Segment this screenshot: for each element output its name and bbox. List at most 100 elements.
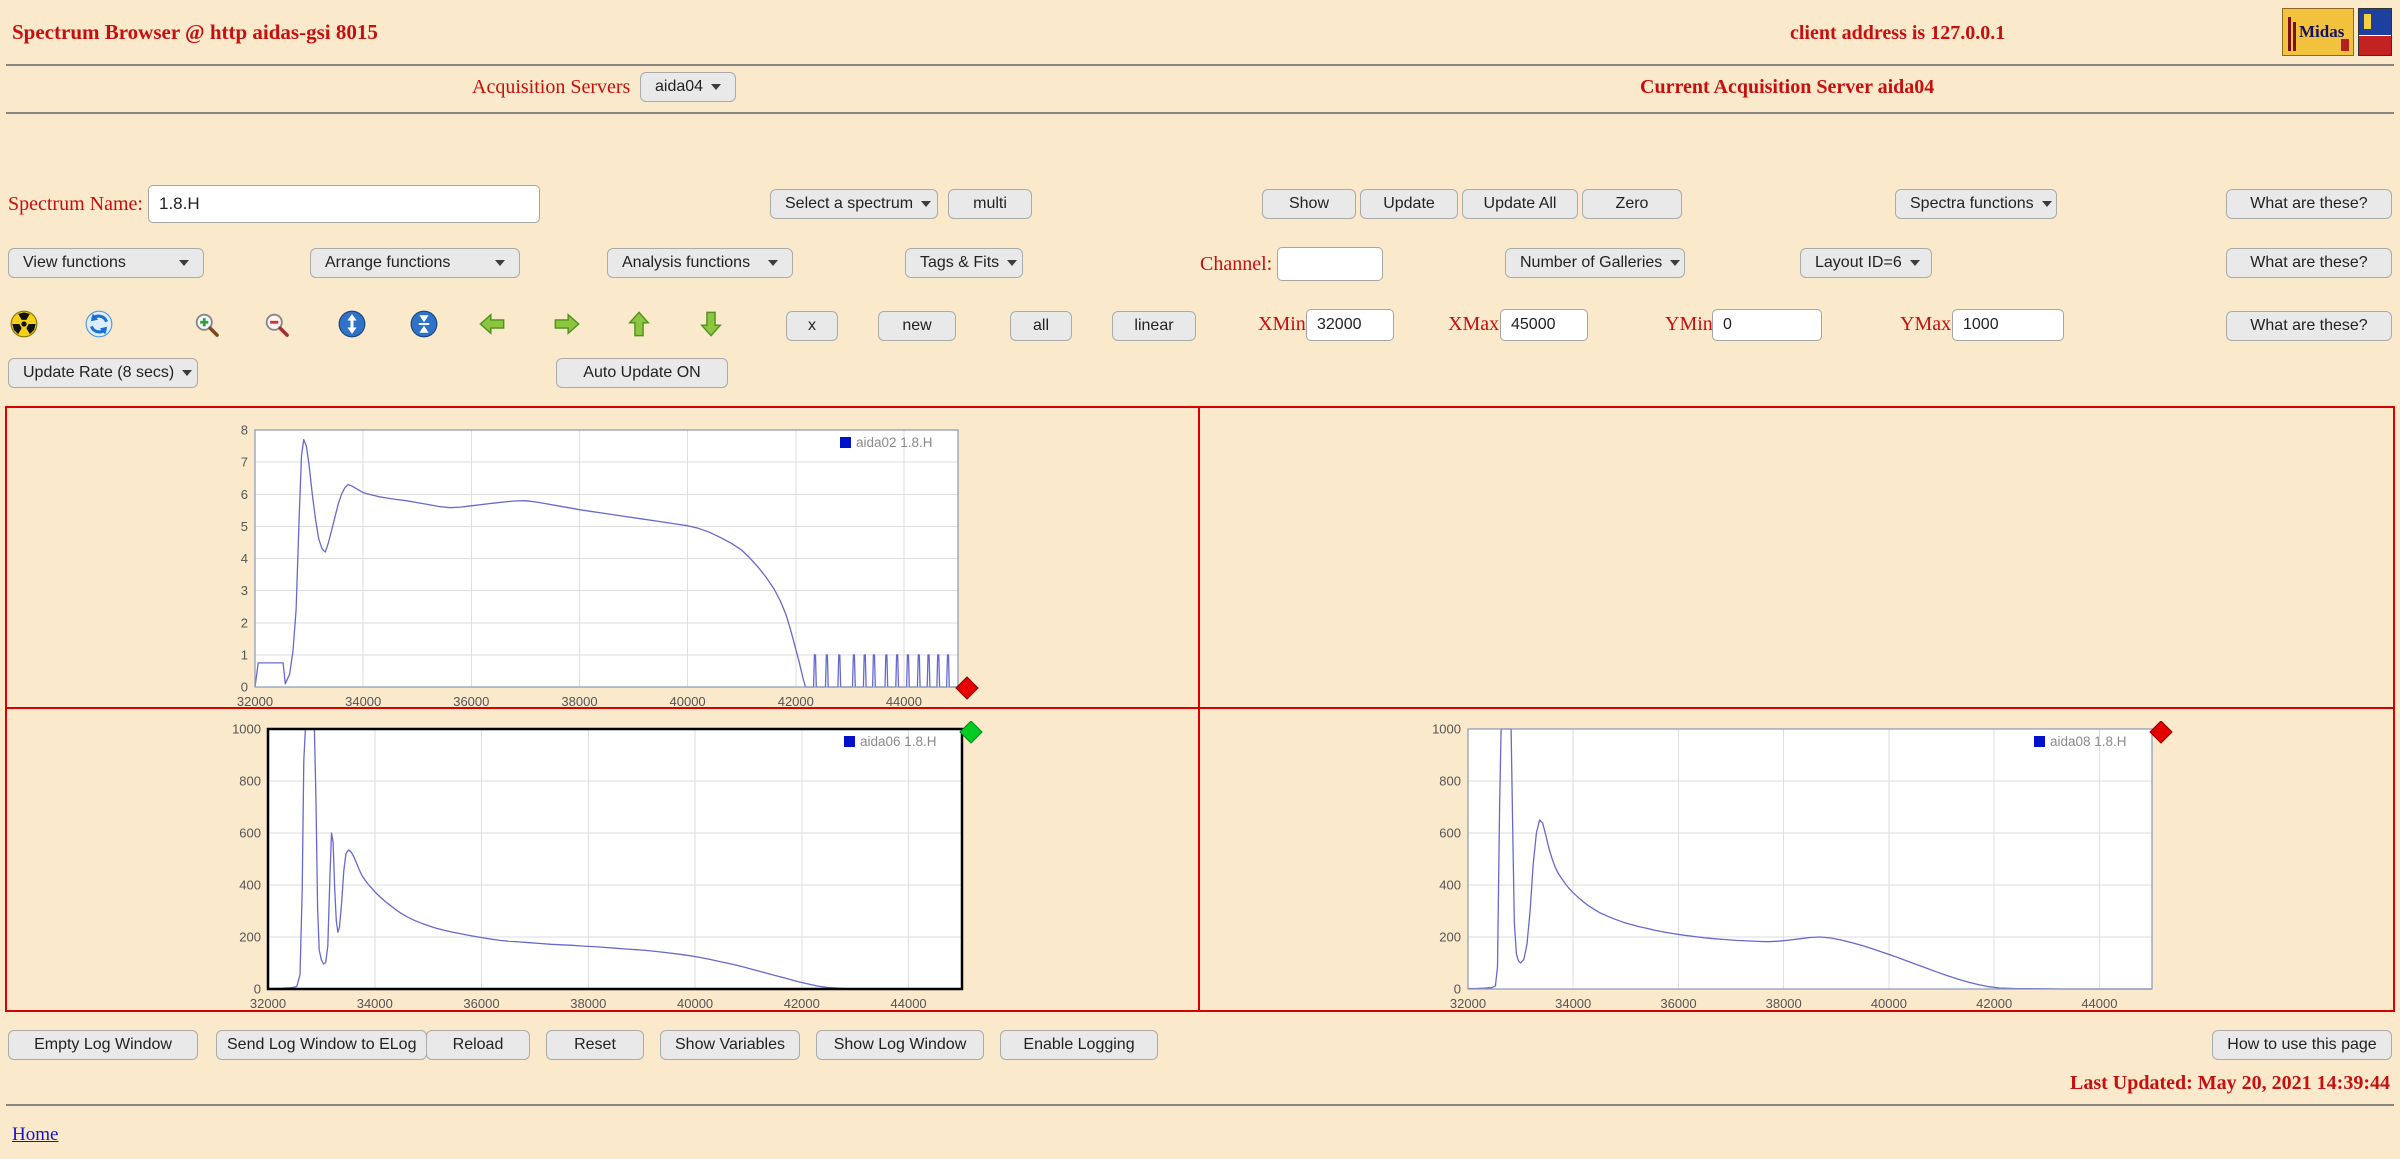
- svg-text:aida08 1.8.H: aida08 1.8.H: [2050, 734, 2127, 749]
- select-spectrum-dropdown[interactable]: Select a spectrum: [770, 189, 938, 219]
- spectrum-name-input[interactable]: [148, 185, 540, 223]
- empty-log-window-button[interactable]: Empty Log Window: [8, 1030, 198, 1060]
- auto-update-button[interactable]: Auto Update ON: [556, 358, 728, 388]
- svg-text:36000: 36000: [463, 996, 499, 1011]
- number-of-galleries-value: Number of Galleries: [1520, 254, 1662, 272]
- number-of-galleries-dropdown[interactable]: Number of Galleries: [1505, 248, 1685, 278]
- toolbar-row: x new all linear XMin XMax YMin YMax Wha…: [0, 306, 2400, 346]
- acquisition-server-value: aida04: [655, 78, 703, 96]
- compress-vertical-icon[interactable]: [410, 310, 438, 338]
- layout-id-value: Layout ID=6: [1815, 254, 1902, 272]
- xmin-label: XMin: [1258, 313, 1306, 336]
- update-rate-value: Update Rate (8 secs): [23, 364, 174, 382]
- svg-text:42000: 42000: [778, 694, 814, 709]
- midas-logo-bar: [2293, 22, 2296, 51]
- svg-text:44000: 44000: [2081, 996, 2117, 1011]
- update-button[interactable]: Update: [1360, 189, 1458, 219]
- zero-button[interactable]: Zero: [1582, 189, 1682, 219]
- pan-up-icon[interactable]: [625, 310, 653, 338]
- radiation-icon[interactable]: [10, 310, 38, 338]
- svg-text:3: 3: [241, 583, 248, 598]
- zoom-in-icon[interactable]: [192, 310, 220, 338]
- arrange-functions-dropdown[interactable]: Arrange functions: [310, 248, 520, 278]
- home-link[interactable]: Home: [12, 1124, 58, 1146]
- channel-label: Channel:: [1200, 253, 1272, 276]
- gallery-cell-3[interactable]: 3200034000360003800040000420004400002004…: [7, 709, 1200, 1010]
- svg-text:0: 0: [241, 680, 248, 695]
- svg-text:aida02 1.8.H: aida02 1.8.H: [856, 435, 933, 450]
- tags-fits-dropdown[interactable]: Tags & Fits: [905, 248, 1023, 278]
- channel-input[interactable]: [1277, 247, 1383, 281]
- xmax-input[interactable]: [1500, 309, 1588, 341]
- what-are-these-button[interactable]: What are these?: [2226, 189, 2392, 219]
- ymax-input[interactable]: [1952, 309, 2064, 341]
- all-button[interactable]: all: [1010, 311, 1072, 341]
- svg-text:5: 5: [241, 519, 248, 534]
- svg-text:40000: 40000: [670, 694, 706, 709]
- how-to-use-button[interactable]: How to use this page: [2212, 1030, 2392, 1060]
- show-button[interactable]: Show: [1262, 189, 1356, 219]
- svg-text:1: 1: [241, 647, 248, 662]
- chevron-down-icon: [179, 260, 189, 266]
- pan-down-icon[interactable]: [697, 310, 725, 338]
- zoom-out-icon[interactable]: [262, 310, 290, 338]
- last-updated-text: Last Updated: May 20, 2021 14:39:44: [2070, 1072, 2390, 1095]
- svg-text:38000: 38000: [570, 996, 606, 1011]
- chevron-down-icon: [1007, 260, 1017, 266]
- svg-text:32000: 32000: [1450, 996, 1486, 1011]
- chevron-down-icon: [1910, 260, 1920, 266]
- svg-text:200: 200: [1439, 930, 1461, 945]
- layout-id-dropdown[interactable]: Layout ID=6: [1800, 248, 1932, 278]
- view-functions-value: View functions: [23, 254, 126, 272]
- divider: [6, 1104, 2394, 1106]
- refresh-icon[interactable]: [85, 310, 113, 338]
- svg-text:38000: 38000: [1766, 996, 1802, 1011]
- analysis-functions-dropdown[interactable]: Analysis functions: [607, 248, 793, 278]
- svg-text:200: 200: [239, 930, 261, 945]
- expand-vertical-icon[interactable]: [338, 310, 366, 338]
- new-button[interactable]: new: [878, 311, 956, 341]
- multi-button[interactable]: multi: [948, 189, 1032, 219]
- svg-text:44000: 44000: [891, 996, 927, 1011]
- xmin-input[interactable]: [1306, 309, 1394, 341]
- spectrum-chart-aida08[interactable]: 3200034000360003800040000420004400002004…: [1423, 721, 2186, 1021]
- svg-text:400: 400: [1439, 878, 1461, 893]
- pan-left-icon[interactable]: [478, 310, 506, 338]
- spectra-functions-dropdown[interactable]: Spectra functions: [1895, 189, 2057, 219]
- update-rate-dropdown[interactable]: Update Rate (8 secs): [8, 358, 198, 388]
- svg-text:7: 7: [241, 455, 248, 470]
- svg-text:42000: 42000: [784, 996, 820, 1011]
- show-variables-button[interactable]: Show Variables: [660, 1030, 800, 1060]
- send-log-to-elog-button[interactable]: Send Log Window to ELog: [216, 1030, 427, 1060]
- svg-text:0: 0: [254, 982, 261, 997]
- svg-text:32000: 32000: [250, 996, 286, 1011]
- reload-button[interactable]: Reload: [426, 1030, 530, 1060]
- x-button[interactable]: x: [786, 311, 838, 341]
- view-functions-dropdown[interactable]: View functions: [8, 248, 204, 278]
- spectrum-chart-aida02[interactable]: 3200034000360003800040000420004400001234…: [210, 422, 992, 719]
- svg-text:800: 800: [1439, 774, 1461, 789]
- spectrum-chart-aida06[interactable]: 3200034000360003800040000420004400002004…: [223, 721, 996, 1021]
- ymin-input[interactable]: [1712, 309, 1822, 341]
- chevron-down-icon: [182, 370, 192, 376]
- divider: [6, 112, 2394, 114]
- gallery-cell-4[interactable]: 3200034000360003800040000420004400002004…: [1200, 709, 2393, 1010]
- gallery-grid: 3200034000360003800040000420004400001234…: [5, 406, 2395, 1012]
- linear-button[interactable]: linear: [1112, 311, 1196, 341]
- functions-row: View functions Arrange functions Analysi…: [0, 246, 2400, 282]
- midas-logo-bar: [2288, 17, 2291, 51]
- enable-logging-button[interactable]: Enable Logging: [1000, 1030, 1158, 1060]
- gallery-cell-2[interactable]: [1200, 408, 2393, 709]
- what-are-these-button[interactable]: What are these?: [2226, 311, 2392, 341]
- acquisition-server-select[interactable]: aida04: [640, 72, 736, 102]
- svg-text:600: 600: [1439, 826, 1461, 841]
- pan-right-icon[interactable]: [553, 310, 581, 338]
- what-are-these-button[interactable]: What are these?: [2226, 248, 2392, 278]
- show-log-window-button[interactable]: Show Log Window: [816, 1030, 984, 1060]
- gallery-cell-1[interactable]: 3200034000360003800040000420004400001234…: [7, 408, 1200, 709]
- chevron-down-icon: [495, 260, 505, 266]
- midas-logo: Midas: [2282, 8, 2354, 56]
- update-all-button[interactable]: Update All: [1462, 189, 1578, 219]
- reset-button[interactable]: Reset: [546, 1030, 644, 1060]
- tags-fits-value: Tags & Fits: [920, 254, 999, 272]
